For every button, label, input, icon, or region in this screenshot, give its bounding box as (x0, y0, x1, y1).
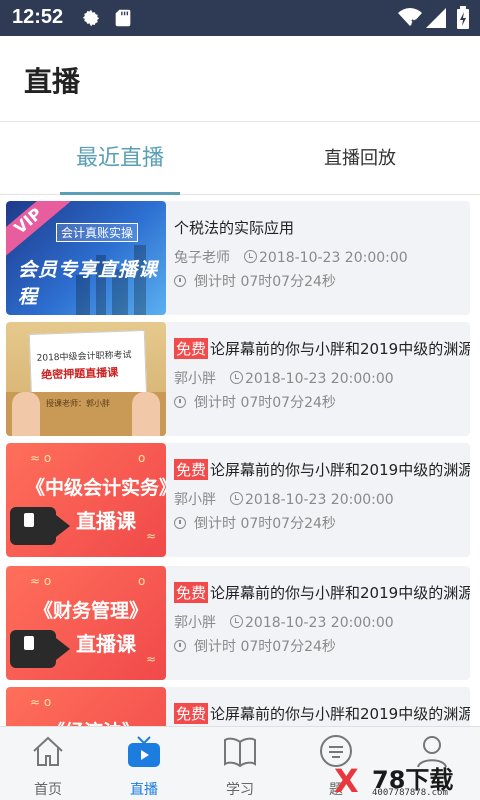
countdown-value: 07时07分24秒 (240, 516, 336, 532)
watermark-logo: X 78下载 4007787878.com (334, 762, 480, 800)
sd-card-icon (115, 9, 131, 27)
nav-label: 直播 (130, 782, 158, 798)
timer-icon (174, 517, 186, 529)
thumbnail-title: 《经济法》 (46, 717, 141, 726)
hand-graphic (132, 392, 160, 436)
countdown-value: 07时07分24秒 (240, 274, 336, 290)
list-item[interactable]: ≈ o 《经济法》 免费论屏幕前的你与小胖和2019中级的渊源 (6, 687, 470, 726)
nav-live[interactable]: 直播 (96, 727, 192, 800)
video-camera-icon (10, 507, 56, 545)
nav-label: 学习 (226, 782, 254, 798)
nav-study[interactable]: 学习 (192, 727, 288, 800)
watermark-url: 4007787878.com (372, 788, 448, 798)
battery-icon (457, 6, 469, 29)
app-header: 直播 (0, 36, 480, 122)
countdown-value: 07时07分24秒 (240, 395, 336, 411)
book-icon (224, 737, 256, 768)
tab-replay[interactable]: 直播回放 (300, 123, 420, 195)
course-thumbnail: ≈ o 《经济法》 (6, 687, 166, 726)
countdown: 倒计时 07时07分24秒 (174, 636, 336, 656)
course-thumbnail: VIP 会计真账实操 会员专享直播课程 (6, 201, 166, 315)
nav-home[interactable]: 首页 (0, 727, 96, 800)
page-title: 直播 (24, 65, 81, 98)
clock-icon (230, 615, 243, 628)
live-list[interactable]: VIP 会计真账实操 会员专享直播课程 个税法的实际应用 兔子老师 2018-10… (0, 196, 480, 726)
course-title: 免费 论屏幕前的你与小胖和2019中级的渊源 (174, 582, 470, 603)
list-item[interactable]: 2018中级会计职称考试 绝密押题直播课 授课老师：郭小胖 免费 论屏幕前的你与小… (6, 322, 470, 436)
list-item[interactable]: ≈ o o ≈ 《中级会计实务》 直播课 免费 论屏幕前的你与小胖和2019中级的… (6, 443, 470, 557)
countdown: 倒计时 07时07分24秒 (174, 392, 336, 412)
tv-icon (128, 736, 160, 767)
thumbnail-title: 《中级会计实务》 (26, 477, 166, 499)
thumbnail-subtitle: 直播课 (76, 632, 136, 656)
thumbnail-title: 《财务管理》 (34, 600, 149, 622)
course-title: 个税法的实际应用 (174, 219, 295, 237)
start-time: 2018-10-23 20:00:00 (245, 492, 394, 508)
course-title: 免费 论屏幕前的你与小胖和2019中级的渊源 (174, 703, 470, 724)
tab-indicator (60, 192, 180, 195)
clock-icon (230, 371, 243, 384)
clock-icon (230, 492, 243, 505)
teacher-name: 郭小胖 (174, 492, 216, 508)
countdown-label: 倒计时 (194, 395, 236, 411)
course-thumbnail: 2018中级会计职称考试 绝密押题直播课 授课老师：郭小胖 (6, 322, 166, 436)
course-meta: 郭小胖 2018-10-23 20:00:00 (174, 612, 394, 632)
thumbnail-title: 会员专享直播课程 (18, 259, 159, 308)
list-item[interactable]: VIP 会计真账实操 会员专享直播课程 个税法的实际应用 兔子老师 2018-10… (6, 201, 470, 315)
free-badge: 免费 (174, 703, 209, 724)
timer-icon (174, 640, 186, 652)
start-time: 2018-10-23 20:00:00 (259, 250, 408, 266)
timer-icon (174, 275, 186, 287)
timer-icon (174, 396, 186, 408)
free-badge: 免费 (174, 582, 209, 603)
home-icon (33, 736, 63, 766)
status-bar: 12:52 (0, 0, 480, 36)
course-title: 免费 论屏幕前的你与小胖和2019中级的渊源 (174, 459, 470, 480)
course-meta: 郭小胖 2018-10-23 20:00:00 (174, 368, 394, 388)
teacher-name: 兔子老师 (174, 250, 230, 266)
tab-label: 直播回放 (324, 148, 396, 169)
list-item[interactable]: ≈ o o ≈ 《财务管理》 直播课 免费 论屏幕前的你与小胖和2019中级的渊源… (6, 566, 470, 680)
clock-icon (244, 250, 257, 263)
thumbnail-subtitle: 会计真账实操 (56, 223, 139, 242)
tab-label: 最近直播 (75, 146, 164, 171)
course-thumbnail: ≈ o o ≈ 《财务管理》 直播课 (6, 566, 166, 680)
course-title: 免费 论屏幕前的你与小胖和2019中级的渊源 (174, 338, 470, 359)
watermark-mark: X (334, 762, 359, 800)
nav-label: 首页 (34, 782, 62, 798)
countdown-value: 07时07分24秒 (240, 639, 336, 655)
hand-graphic (12, 392, 40, 436)
countdown-label: 倒计时 (194, 516, 236, 532)
status-time: 12:52 (12, 6, 64, 28)
tab-bar: 最近直播 直播回放 (0, 123, 480, 195)
course-meta: 郭小胖 2018-10-23 20:00:00 (174, 489, 394, 509)
course-meta: 兔子老师 2018-10-23 20:00:00 (174, 247, 408, 267)
countdown-label: 倒计时 (194, 274, 236, 290)
free-badge: 免费 (174, 338, 209, 359)
video-camera-icon (10, 630, 56, 668)
course-thumbnail: ≈ o o ≈ 《中级会计实务》 直播课 (6, 443, 166, 557)
teacher-name: 郭小胖 (174, 371, 216, 387)
teacher-name: 郭小胖 (174, 615, 216, 631)
thumbnail-subtitle: 直播课 (76, 509, 136, 533)
wifi-icon (398, 8, 422, 26)
start-time: 2018-10-23 20:00:00 (245, 615, 394, 631)
signal-icon (426, 8, 446, 28)
free-badge: 免费 (174, 459, 209, 480)
countdown-label: 倒计时 (194, 639, 236, 655)
countdown: 倒计时 07时07分24秒 (174, 271, 336, 291)
tab-recent-live[interactable]: 最近直播 (60, 123, 180, 195)
countdown: 倒计时 07时07分24秒 (174, 513, 336, 533)
gear-icon (82, 9, 100, 27)
start-time: 2018-10-23 20:00:00 (245, 371, 394, 387)
